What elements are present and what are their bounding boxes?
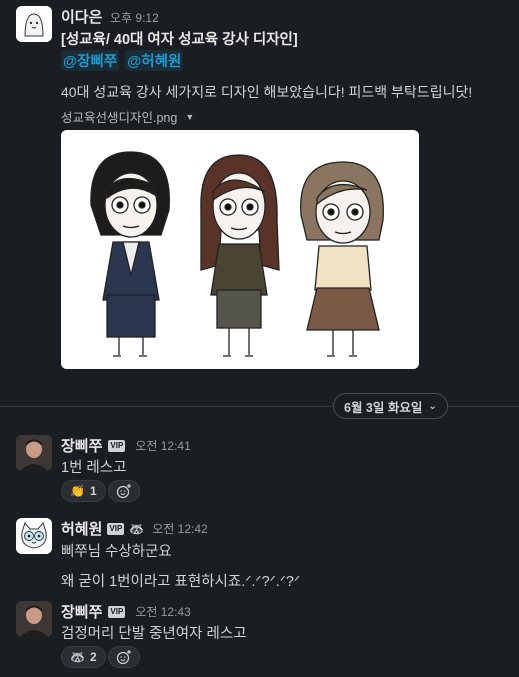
message-text: 왜 굳이 1번이라고 표현하시죠.ᐟ.ᐟ?ᐟ.ᐟ?ᐟ — [61, 574, 301, 590]
message-text: 40대 성교육 강사 세가지로 디자인 해보았습니다! 피드백 부탁드립니닷! — [61, 84, 473, 100]
vip-badge: VIP — [108, 439, 126, 452]
reaction-button[interactable]: 👏 1 — [61, 480, 106, 502]
message-text: 검정머리 단발 중년여자 레스고 — [61, 626, 247, 642]
author-name[interactable]: 허혜원 — [61, 518, 102, 539]
vip-badge: VIP — [107, 522, 125, 535]
mentions: @장삐쭈 @허혜원 — [61, 50, 184, 71]
reaction-button[interactable]: 🦝 2 — [61, 646, 106, 668]
raccoon-icon: 🦝 — [70, 650, 85, 664]
message-time[interactable]: 오전 12:43 — [135, 603, 190, 620]
raccoon-status-icon: 🦝 — [129, 521, 145, 536]
message-text: 삐쭈님 수상하군요 — [61, 544, 172, 560]
author-name[interactable]: 장삐쭈 — [61, 601, 102, 622]
avatar[interactable] — [16, 435, 52, 471]
avatar-photo-icon — [16, 601, 52, 637]
date-divider[interactable]: 6월 3일 화요일 ⌄ — [333, 393, 448, 419]
date-label: 6월 3일 화요일 — [344, 400, 423, 415]
message-title: [성교육/ 40대 여자 성교육 강사 디자인] — [61, 32, 298, 48]
vip-badge: VIP — [108, 605, 126, 618]
character-designs-image — [61, 130, 419, 369]
chevron-down-icon[interactable]: ▼ — [185, 112, 194, 122]
reaction-count: 1 — [89, 484, 97, 498]
avatar-cat-icon — [16, 518, 52, 554]
avatar-photo-icon — [16, 435, 52, 471]
avatar[interactable] — [16, 601, 52, 637]
image-attachment[interactable] — [61, 130, 419, 369]
author-name[interactable]: 장삐쭈 — [61, 435, 102, 456]
add-reaction-button[interactable] — [108, 480, 140, 502]
avatar-ghost-icon — [16, 6, 52, 42]
author-name[interactable]: 이다은 — [61, 6, 102, 27]
message-header: 장삐쭈 VIP 오전 12:41 — [61, 435, 191, 456]
message-text: 1번 레스고 — [61, 460, 127, 476]
message-header: 허혜원 VIP 🦝 오전 12:42 — [61, 518, 208, 539]
file-header[interactable]: 성교육선생디자인.png ▼ — [61, 107, 194, 126]
chevron-down-icon: ⌄ — [428, 400, 437, 412]
file-name[interactable]: 성교육선생디자인.png — [61, 107, 177, 126]
avatar[interactable] — [16, 518, 52, 554]
message-time[interactable]: 오후 9:12 — [110, 9, 159, 26]
message-time[interactable]: 오전 12:41 — [135, 437, 190, 454]
mention-link[interactable]: @허혜원 — [125, 50, 184, 71]
add-emoji-icon — [116, 484, 131, 499]
mention-link[interactable]: @장삐쭈 — [61, 50, 120, 71]
message-header: 장삐쭈 VIP 오전 12:43 — [61, 601, 191, 622]
clap-icon: 👏 — [70, 484, 85, 498]
avatar[interactable] — [16, 6, 52, 42]
reaction-count: 2 — [89, 650, 97, 664]
message-time[interactable]: 오전 12:42 — [152, 520, 207, 537]
add-emoji-icon — [116, 650, 131, 665]
add-reaction-button[interactable] — [108, 646, 140, 668]
